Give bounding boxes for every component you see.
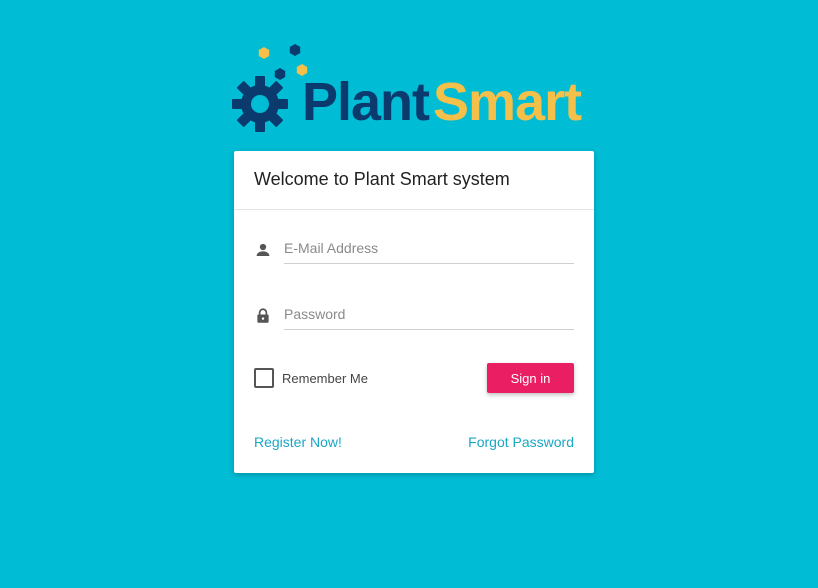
register-link[interactable]: Register Now! [254,434,342,450]
logo-wordmark: PlantSmart [302,72,582,132]
forgot-password-link[interactable]: Forgot Password [468,434,574,450]
person-icon [256,243,270,256]
email-field-row [254,233,574,267]
sign-in-button[interactable]: Sign in [487,363,574,393]
password-field-row [254,299,574,333]
login-card: Welcome to Plant Smart system Remember M… [234,151,594,473]
password-input[interactable] [284,299,574,330]
lock-icon [257,308,269,323]
remember-me-label: Remember Me [282,370,368,386]
remember-me-checkbox[interactable] [254,368,274,388]
plant-smart-logo: PlantSmart [232,42,598,134]
logo-text-plant: Plant [302,72,430,132]
logo-text-smart: Smart [433,72,582,132]
remember-me-toggle[interactable]: Remember Me [254,367,368,389]
card-title: Welcome to Plant Smart system [234,151,594,210]
gear-icon [232,76,288,132]
email-input[interactable] [284,233,574,264]
